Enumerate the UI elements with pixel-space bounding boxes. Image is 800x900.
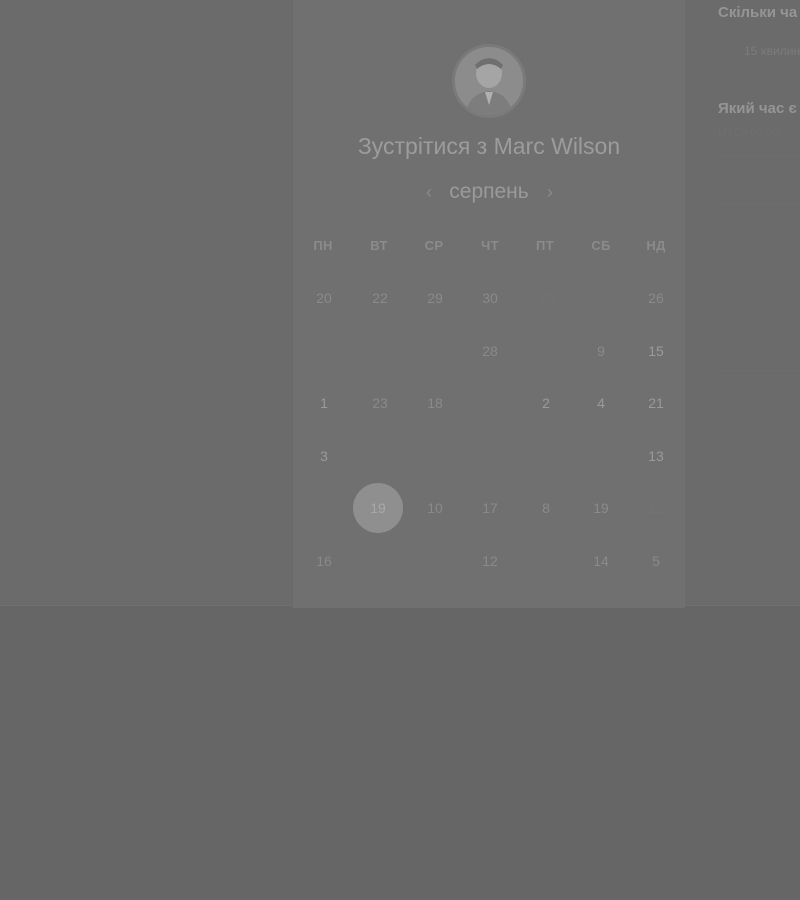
timezone-select[interactable]: UTC+03:00 — [718, 125, 780, 139]
time-question: Який час є — [718, 100, 797, 117]
calendar-day[interactable] — [576, 273, 626, 323]
calendar-day[interactable] — [465, 431, 515, 481]
calendar-day[interactable] — [410, 536, 460, 586]
duration-question: Скільки ча — [718, 4, 798, 21]
calendar-day[interactable] — [299, 326, 349, 376]
calendar-day[interactable]: 1 — [299, 378, 349, 428]
calendar-day[interactable]: 30 — [465, 273, 515, 323]
month-navigation: ‹ серпень › — [293, 178, 685, 210]
chevron-right-icon[interactable]: › — [540, 180, 560, 204]
calendar-day[interactable]: 22 — [355, 273, 405, 323]
weekday-label: ВТ — [370, 238, 388, 253]
calendar-day[interactable]: 28 — [465, 326, 515, 376]
calendar-grid: 20 22 29 30 23 26 28 9 15 1 23 18 2 4 21… — [293, 272, 685, 592]
calendar-day[interactable]: 12 — [465, 536, 515, 586]
page: Зустрітися з Marc Wilson ‹ серпень › ПН … — [0, 0, 800, 900]
calendar-day[interactable] — [521, 431, 571, 481]
calendar-day[interactable]: 21 — [631, 378, 681, 428]
booking-title: Зустрітися з Marc Wilson — [357, 133, 621, 159]
divider — [718, 203, 800, 204]
calendar-day[interactable] — [355, 536, 405, 586]
calendar-day[interactable] — [465, 378, 515, 428]
calendar-day[interactable] — [521, 536, 571, 586]
duration-option[interactable]: 15 хвилин — [744, 44, 800, 58]
calendar-day[interactable]: 19 — [576, 483, 626, 533]
calendar-day[interactable]: 29 — [410, 273, 460, 323]
calendar-day[interactable]: 18 — [410, 378, 460, 428]
weekday-header: ПН ВТ СР ЧТ ПТ СБ НД — [293, 238, 685, 256]
person-icon — [455, 47, 523, 115]
weekday-label: СР — [424, 238, 444, 253]
divider — [718, 155, 800, 156]
calendar-day[interactable]: 5 — [631, 536, 681, 586]
calendar-day[interactable]: 17 — [465, 483, 515, 533]
weekday-label: СБ — [591, 238, 611, 253]
calendar-day[interactable]: 20 — [299, 273, 349, 323]
host-avatar — [452, 44, 526, 118]
calendar-day[interactable]: 10 — [410, 483, 460, 533]
calendar-day[interactable]: 3 — [299, 431, 349, 481]
calendar-day[interactable] — [410, 431, 460, 481]
calendar-day[interactable]: 15 — [631, 326, 681, 376]
calendar-day[interactable]: 9 — [576, 326, 626, 376]
booking-options-panel: Скільки ча 15 хвилин Який час є UTC+03:0… — [718, 0, 800, 600]
weekday-label: НД — [646, 238, 666, 253]
calendar-day[interactable]: 14 — [576, 536, 626, 586]
month-label: серпень — [449, 180, 529, 203]
calendar-day[interactable]: 26 — [631, 273, 681, 323]
calendar-day[interactable]: 23 — [521, 273, 571, 323]
calendar-day[interactable] — [299, 483, 349, 533]
calendar-day[interactable]: 23 — [355, 378, 405, 428]
divider — [718, 370, 800, 371]
calendar-day[interactable]: 12 — [631, 483, 681, 533]
calendar-day-selected[interactable]: 19 — [353, 483, 403, 533]
calendar-day[interactable]: 13 — [631, 431, 681, 481]
calendar-day[interactable]: 2 — [521, 378, 571, 428]
calendar-day[interactable]: 8 — [521, 483, 571, 533]
calendar-day[interactable]: 16 — [299, 536, 349, 586]
calendar-day[interactable] — [355, 431, 405, 481]
calendar-day[interactable] — [521, 326, 571, 376]
weekday-label: ПН — [313, 238, 333, 253]
weekday-label: ЧТ — [481, 238, 499, 253]
calendar-day[interactable] — [410, 326, 460, 376]
calendar-day[interactable] — [576, 431, 626, 481]
calendar-day[interactable]: 4 — [576, 378, 626, 428]
calendar-day[interactable] — [355, 326, 405, 376]
weekday-label: ПТ — [536, 238, 554, 253]
